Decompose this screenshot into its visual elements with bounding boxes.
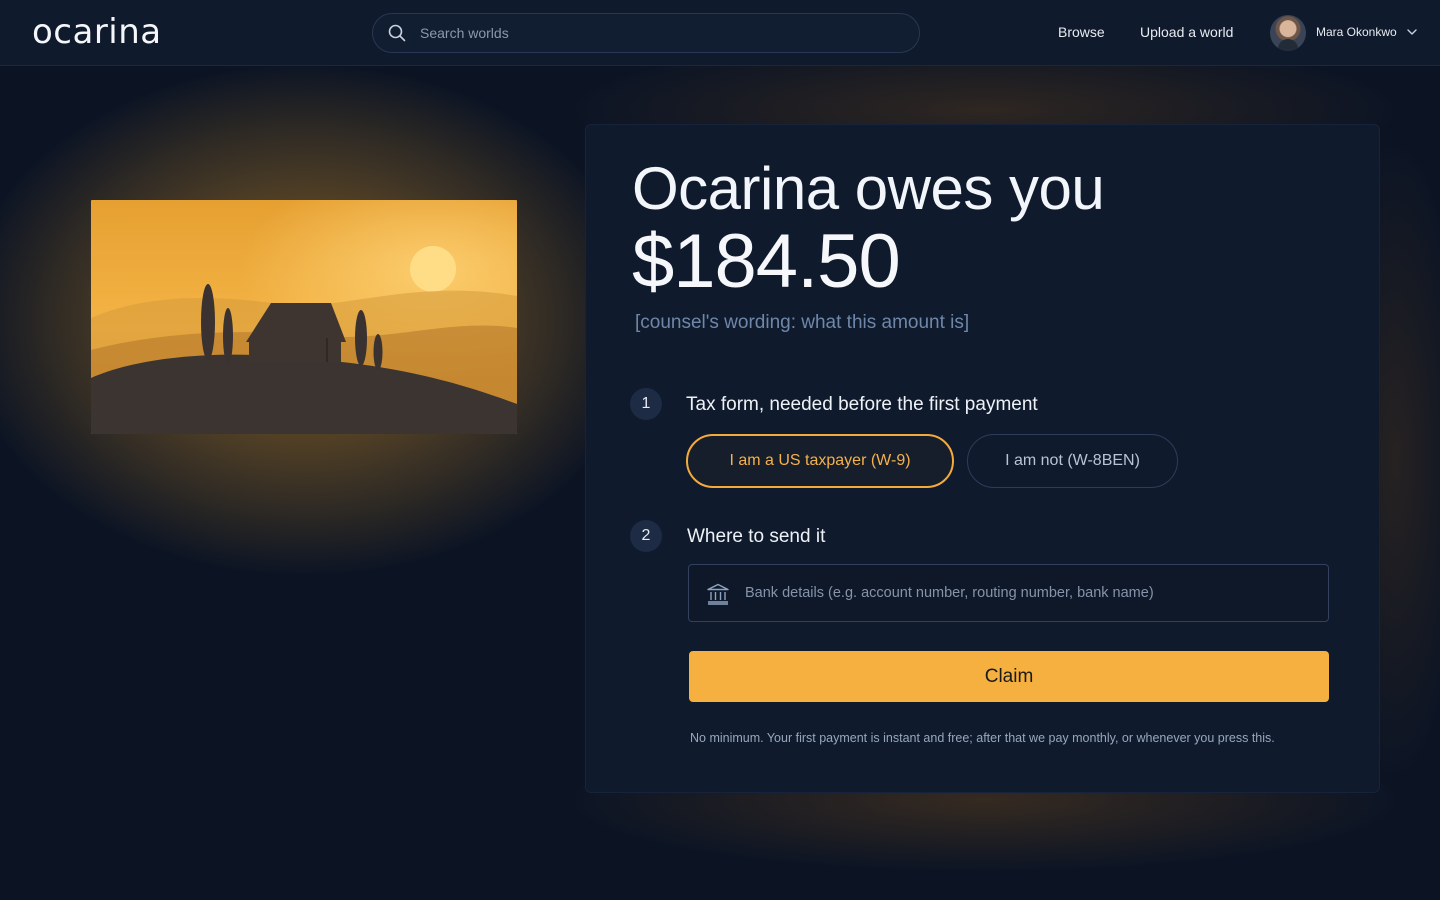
search-bar[interactable] [372,13,920,53]
non-us-w8ben-option[interactable]: I am not (W-8BEN) [967,434,1178,488]
claim-button[interactable]: Claim [689,651,1329,702]
user-avatar[interactable] [1270,15,1306,51]
bank-details-field[interactable] [688,564,1329,622]
chevron-down-icon[interactable] [1406,27,1418,37]
top-navigation-bar: ocarina Browse Upload a world Mara Okonk… [0,0,1440,66]
us-taxpayer-w9-option[interactable]: I am a US taxpayer (W-9) [686,434,954,488]
search-icon [388,24,406,42]
page-title: Ocarina owes you [632,155,1105,222]
step-number-badge: 1 [630,388,662,420]
search-input[interactable] [420,14,900,52]
step-title-where-to-send: Where to send it [687,526,826,547]
nav-browse-link[interactable]: Browse [1058,24,1105,40]
nav-upload-world-link[interactable]: Upload a world [1140,24,1233,40]
amount-description-note: [counsel's wording: what this amount is] [635,312,970,333]
step-title-tax-form: Tax form, needed before the first paymen… [686,394,1038,415]
bank-icon [707,583,729,605]
bank-details-input[interactable] [745,565,1315,621]
user-name[interactable]: Mara Okonkwo [1316,25,1397,39]
payment-terms-note: No minimum. Your first payment is instan… [690,731,1275,745]
world-artwork-image [91,200,517,434]
step-number-badge: 2 [630,520,662,552]
ocarina-logo[interactable]: ocarina [32,12,162,52]
amount-owed: $184.50 [632,219,901,304]
